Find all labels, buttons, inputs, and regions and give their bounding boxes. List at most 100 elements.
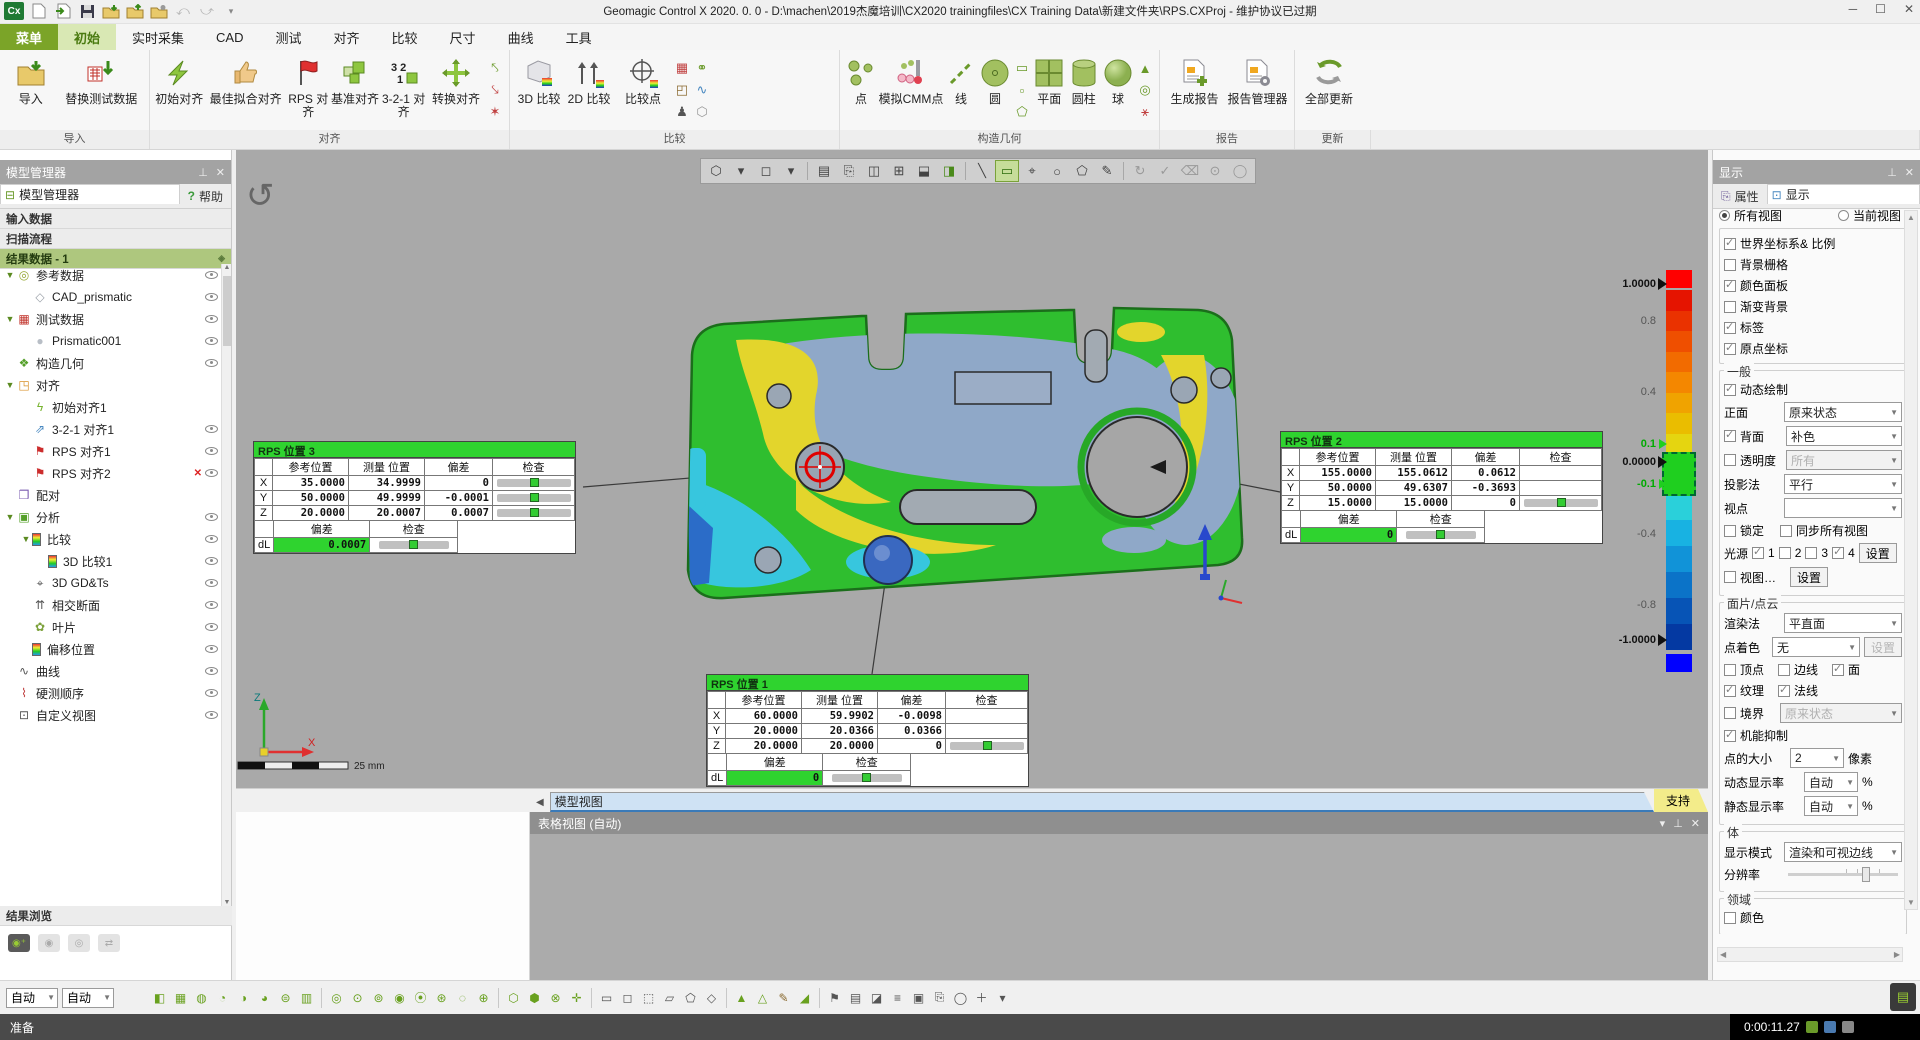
visibility-eye-icon[interactable] xyxy=(205,337,218,345)
visibility-eye-icon[interactable] xyxy=(205,469,218,477)
expander-icon[interactable]: ▼ xyxy=(4,314,16,324)
transparency-checkbox[interactable] xyxy=(1724,454,1736,466)
menu-tab-10[interactable]: 工具 xyxy=(550,24,608,50)
input-data-section[interactable]: 输入数据 xyxy=(0,209,231,229)
bottom-tool-icon[interactable]: ◢ xyxy=(795,988,814,1007)
deviation-color-scale[interactable]: 1.00000.0000-1.00000.1-0.10.80.4-0.4-0.8 xyxy=(1634,260,1708,680)
point-shading-select[interactable]: 无▼ xyxy=(1772,637,1860,657)
tree-item[interactable]: ●Prismatic001 xyxy=(0,330,222,352)
pin-icon[interactable]: ⊥ xyxy=(198,166,208,179)
torus-icon[interactable]: ◎ xyxy=(1135,80,1155,100)
faces-checkbox[interactable] xyxy=(1832,664,1844,676)
tree-item[interactable]: ⚑RPS 对齐1 xyxy=(0,440,222,462)
bottom-tool-icon[interactable]: ▤ xyxy=(846,988,865,1007)
light-settings-button[interactable]: 设置 xyxy=(1859,543,1897,563)
simulate-cmm-point-button[interactable]: 模拟CMM点 xyxy=(878,54,944,106)
light4-checkbox[interactable] xyxy=(1832,547,1844,559)
tree-item[interactable]: ∿曲线 xyxy=(0,660,222,682)
initial-align-button[interactable]: 初始对齐 xyxy=(154,54,204,106)
display-mode-select[interactable]: 渲染和可视边线▼ xyxy=(1784,842,1902,862)
view-option-checkbox[interactable] xyxy=(1724,238,1736,250)
menu-tab-8[interactable]: 尺寸 xyxy=(434,24,492,50)
tab-support[interactable]: 支持 xyxy=(1654,789,1708,812)
boundary-checkbox[interactable] xyxy=(1724,707,1736,719)
bottom-tool-icon[interactable]: ⊜ xyxy=(276,988,295,1007)
display-close-icon[interactable]: ✕ xyxy=(1905,166,1914,179)
transform-align-button[interactable]: 转换对齐 xyxy=(427,54,485,106)
bottom-tool-icon[interactable]: ⊙ xyxy=(348,988,367,1007)
light3-checkbox[interactable] xyxy=(1805,547,1817,559)
bottom-tool-icon[interactable]: ◯ xyxy=(951,988,970,1007)
view-option-checkbox[interactable] xyxy=(1724,322,1736,334)
tree-item[interactable]: ⇈相交断面 xyxy=(0,594,222,616)
bottom-tool-icon[interactable]: ≡ xyxy=(888,988,907,1007)
bottom-tool-icon[interactable]: ◪ xyxy=(867,988,886,1007)
close-panel-icon[interactable]: ✕ xyxy=(216,166,225,179)
bottom-tool-icon[interactable]: ＋ xyxy=(972,988,991,1007)
rps-align-button[interactable]: RPS 对齐 xyxy=(287,54,330,119)
tree-item[interactable]: ▼比较 xyxy=(0,528,222,550)
menu-tab-5[interactable]: 测试 xyxy=(260,24,318,50)
bottom-tool-icon[interactable]: ✛ xyxy=(567,988,586,1007)
bottom-tool-icon[interactable]: ▲ xyxy=(732,988,751,1007)
bottom-tool-icon[interactable]: ◎ xyxy=(327,988,346,1007)
tree-item[interactable]: ⌇硬测顺序 xyxy=(0,682,222,704)
bottom-tool-icon[interactable]: ◧ xyxy=(150,988,169,1007)
status-blue-icon[interactable] xyxy=(1824,1021,1836,1033)
colorbar-marker-icon[interactable] xyxy=(1658,456,1667,468)
menu-tab-3[interactable]: 实时采集 xyxy=(116,24,200,50)
tree-item[interactable]: ⚑RPS 对齐2✕ xyxy=(0,462,222,484)
expander-icon[interactable]: ▼ xyxy=(4,380,16,390)
tree-item[interactable]: ✿叶片 xyxy=(0,616,222,638)
capture-target-icon[interactable]: ◎ xyxy=(68,934,90,952)
compare-2d-button[interactable]: 2D 比较 xyxy=(564,54,614,106)
bottom-tool-icon[interactable]: ⦿ xyxy=(411,988,430,1007)
view-option-checkbox[interactable] xyxy=(1724,343,1736,355)
colorbar-pass-band[interactable] xyxy=(1662,452,1696,496)
back-face-checkbox[interactable] xyxy=(1724,430,1736,442)
current-view-radio[interactable] xyxy=(1838,210,1849,221)
view-option-checkbox[interactable] xyxy=(1724,301,1736,313)
tree-item[interactable]: ▼▣分析 xyxy=(0,506,222,528)
point-button[interactable]: 点 xyxy=(844,54,878,106)
bottom-tool-icon[interactable]: ⎘ xyxy=(930,988,949,1007)
bottom-tool-icon[interactable]: ⚑ xyxy=(825,988,844,1007)
line-button[interactable]: 线 xyxy=(944,54,978,106)
cylinder-button[interactable]: 圆柱 xyxy=(1067,54,1102,106)
result-browser-section[interactable]: 结果浏览 xyxy=(0,906,232,926)
region-color-checkbox[interactable] xyxy=(1724,912,1736,924)
close-button[interactable]: ✕ xyxy=(1904,2,1914,16)
tree-item[interactable]: 偏移位置 xyxy=(0,638,222,660)
visibility-eye-icon[interactable] xyxy=(205,447,218,455)
bottom-tool-icon[interactable]: ✎ xyxy=(774,988,793,1007)
menu-tab-6[interactable]: 对齐 xyxy=(318,24,376,50)
tree-item[interactable]: ϟ初始对齐1 xyxy=(0,396,222,418)
hex-compare-icon[interactable]: ⬡ xyxy=(692,102,712,122)
all-views-radio[interactable] xyxy=(1719,210,1730,221)
tree-item[interactable]: ▼◎参考数据 xyxy=(0,264,222,286)
shading-settings-button[interactable]: 设置 xyxy=(1864,637,1902,657)
bottom-tool-icon[interactable]: ⬡ xyxy=(504,988,523,1007)
capture-check-icon[interactable]: ◉ xyxy=(38,934,60,952)
vertices-checkbox[interactable] xyxy=(1724,664,1736,676)
rps-table[interactable]: RPS 位置 2参考位置测量 位置偏差检查X155.0000155.06120.… xyxy=(1280,431,1603,544)
tree-item[interactable]: ⊡自定义视图 xyxy=(0,704,222,726)
visibility-eye-icon[interactable] xyxy=(205,535,218,543)
table-view-header[interactable]: 表格视图 (自动) ▾ ⊥ ✕ xyxy=(530,812,1708,834)
bottom-tool-icon[interactable]: ▭ xyxy=(597,988,616,1007)
visibility-eye-icon[interactable] xyxy=(205,513,218,521)
datum-align-button[interactable]: 基准对齐 xyxy=(330,54,380,106)
tree-item[interactable]: ◇CAD_prismatic xyxy=(0,286,222,308)
viewpoint-select[interactable]: ▼ xyxy=(1784,498,1902,518)
expander-icon[interactable]: ▼ xyxy=(4,270,16,280)
visibility-eye-icon[interactable] xyxy=(205,315,218,323)
colorbar-marker-icon[interactable] xyxy=(1658,278,1667,290)
bottom-tool-icon[interactable]: ◍ xyxy=(192,988,211,1007)
bottom-tool-icon[interactable]: ▱ xyxy=(660,988,679,1007)
circle-button[interactable]: 圆 xyxy=(978,54,1012,106)
model-viewport[interactable]: ↻ ⬡▾◻▾▤⎘◫⊞⬓◨╲▭⌖○⬠✎↻✓⌫⊙◯ xyxy=(236,150,1708,788)
square-icon[interactable]: ▫ xyxy=(1012,80,1032,100)
best-fit-align-button[interactable]: 最佳拟合对齐 xyxy=(204,54,286,106)
light1-checkbox[interactable] xyxy=(1752,547,1764,559)
visibility-eye-icon[interactable] xyxy=(205,557,218,565)
